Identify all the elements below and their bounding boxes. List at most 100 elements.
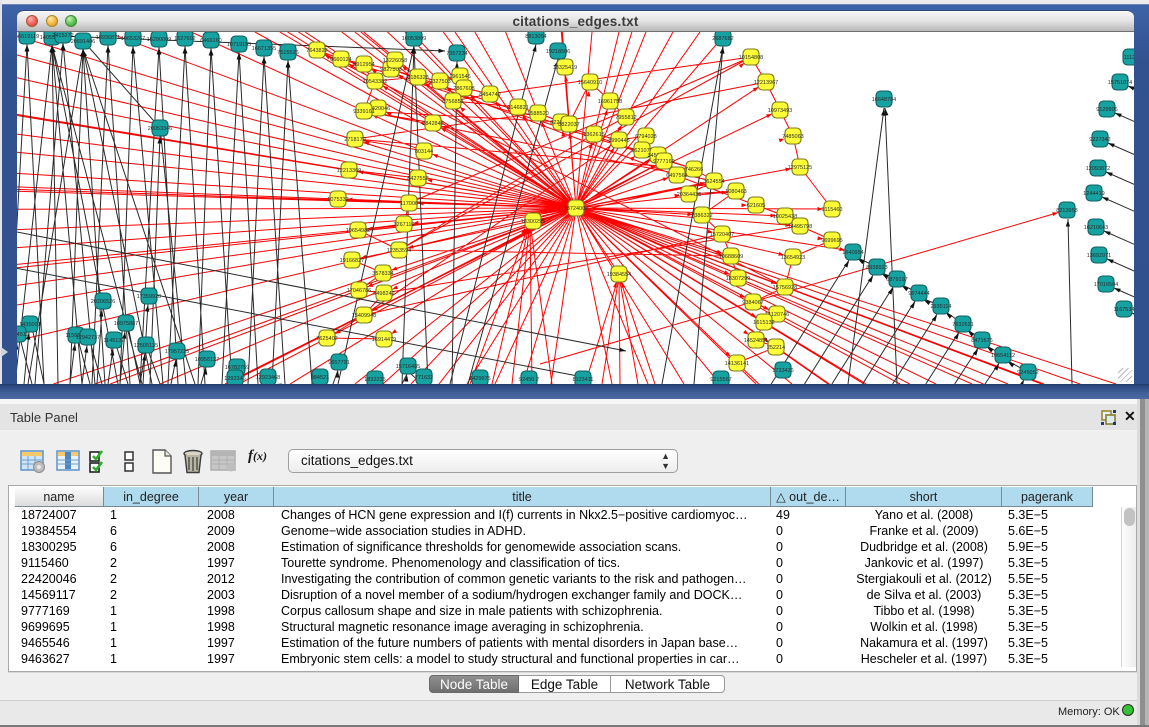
svg-text:12093872: 12093872 — [1086, 166, 1110, 172]
svg-text:12213967: 12213967 — [754, 80, 778, 86]
svg-text:20053346: 20053346 — [148, 126, 172, 132]
svg-text:20206526: 20206526 — [91, 299, 115, 305]
svg-text:20691406: 20691406 — [71, 39, 95, 45]
svg-text:9227342: 9227342 — [1089, 137, 1110, 143]
svg-text:6794028: 6794028 — [635, 134, 656, 140]
svg-text:7357234: 7357234 — [446, 51, 467, 57]
svg-text:18724007: 18724007 — [564, 206, 588, 212]
svg-text:13654923: 13654923 — [781, 255, 805, 261]
svg-text:621605: 621605 — [747, 203, 765, 209]
svg-text:2867608: 2867608 — [453, 86, 474, 92]
svg-text:10543382: 10543382 — [363, 79, 387, 85]
svg-text:14495798: 14495798 — [788, 224, 812, 230]
svg-text:746266: 746266 — [685, 167, 703, 173]
svg-text:15290009: 15290009 — [147, 37, 171, 43]
svg-text:1588520: 1588520 — [527, 111, 548, 117]
svg-text:16671355: 16671355 — [252, 46, 276, 52]
svg-text:92450 2: 92450 2 — [519, 377, 539, 383]
svg-text:10154808: 10154808 — [739, 55, 763, 61]
svg-text:984521: 984521 — [311, 375, 329, 381]
svg-text:17359928: 17359928 — [137, 294, 161, 300]
svg-text:7632621: 7632621 — [952, 322, 973, 328]
svg-text:7625402: 7625402 — [316, 336, 337, 342]
svg-text:19384554: 19384554 — [607, 272, 631, 278]
svg-text:10654112: 10654112 — [991, 353, 1015, 359]
svg-text:8660124: 8660124 — [330, 57, 351, 63]
svg-text:8990448: 8990448 — [608, 138, 629, 144]
svg-text:9115460: 9115460 — [821, 207, 842, 213]
svg-text:9339161: 9339161 — [353, 109, 374, 115]
svg-text:14136141: 14136141 — [725, 361, 749, 367]
svg-text:11123: 11123 — [1124, 55, 1134, 61]
svg-text:117006: 117006 — [400, 201, 418, 207]
svg-text:8123411: 8123411 — [572, 377, 593, 383]
svg-text:7515526: 7515526 — [277, 50, 298, 56]
svg-text:8427552: 8427552 — [407, 176, 428, 182]
svg-text:2842848: 2842848 — [422, 121, 443, 127]
svg-text:8213958: 8213958 — [1056, 208, 1077, 214]
svg-text:6466160: 6466160 — [200, 38, 221, 44]
svg-text:8471676: 8471676 — [971, 338, 992, 344]
svg-text:10688609: 10688609 — [719, 254, 743, 260]
svg-text:12942737: 12942737 — [76, 335, 100, 341]
svg-text:5498242: 5498242 — [373, 291, 394, 297]
svg-text:15716485: 15716485 — [396, 364, 420, 370]
svg-text:18300295: 18300295 — [521, 219, 545, 225]
svg-text:6756851: 6756851 — [442, 99, 463, 105]
svg-text:9674444: 9674444 — [908, 291, 929, 297]
svg-text:3624554: 3624554 — [703, 179, 724, 185]
svg-text:13325419: 13325419 — [553, 65, 577, 71]
svg-text:1832235: 1832235 — [364, 377, 385, 383]
svg-text:15756928: 15756928 — [773, 285, 797, 291]
svg-text:16619119: 16619119 — [17, 34, 39, 40]
svg-text:19166827: 19166827 — [340, 258, 364, 264]
svg-text:7955812: 7955812 — [615, 115, 636, 121]
svg-text:16053809: 16053809 — [402, 36, 426, 42]
svg-text:1080463: 1080463 — [725, 189, 746, 195]
svg-text:15720407: 15720407 — [710, 232, 734, 238]
svg-text:1615132: 1615132 — [753, 320, 774, 326]
svg-text:3267110: 3267110 — [393, 222, 414, 228]
svg-text:9384067: 9384067 — [742, 300, 763, 306]
svg-text:7386322: 7386322 — [691, 213, 712, 219]
svg-text:2935114: 2935114 — [930, 304, 951, 310]
svg-text:20364436: 20364436 — [677, 192, 701, 198]
svg-text:8186328: 8186328 — [407, 75, 428, 81]
svg-text:3578334: 3578334 — [372, 271, 393, 277]
svg-text:12213369: 12213369 — [337, 168, 361, 174]
svg-text:14524851: 14524851 — [744, 338, 768, 344]
svg-text:9129906: 9129906 — [1096, 107, 1117, 113]
svg-text:1167534: 1167534 — [1113, 307, 1134, 313]
svg-text:1075332: 1075332 — [327, 197, 348, 203]
svg-text:13226058: 13226058 — [383, 58, 407, 64]
svg-text:9327503: 9327503 — [429, 79, 450, 85]
svg-text:15640910: 15640910 — [578, 80, 602, 86]
svg-text:16210643: 16210643 — [1084, 225, 1108, 231]
svg-text:8813054: 8813054 — [525, 34, 546, 40]
svg-text:9699695: 9699695 — [821, 238, 842, 244]
svg-text:1733426: 1733426 — [772, 368, 793, 374]
svg-text:7643822: 7643822 — [306, 48, 327, 54]
svg-text:1429975: 1429975 — [469, 376, 490, 382]
svg-text:12923468: 12923468 — [256, 375, 280, 381]
svg-text:6879197: 6879197 — [886, 277, 907, 283]
svg-text:17016504: 17016504 — [1094, 282, 1118, 288]
svg-text:8938923: 8938923 — [866, 265, 887, 271]
svg-text:10719155: 10719155 — [227, 42, 251, 48]
svg-text:17046786: 17046786 — [347, 288, 371, 294]
svg-text:1292346: 1292346 — [224, 376, 245, 382]
svg-text:9777169: 9777169 — [653, 159, 674, 165]
svg-text:1640954: 1640954 — [842, 250, 863, 256]
svg-text:8454749: 8454749 — [479, 92, 500, 98]
svg-text:2687682: 2687682 — [712, 36, 733, 42]
svg-text:1244419: 1244419 — [1083, 191, 1104, 197]
svg-text:19654982: 19654982 — [346, 228, 370, 234]
svg-text:10975887: 10975887 — [114, 321, 138, 327]
svg-text:12353594: 12353594 — [387, 248, 411, 254]
svg-text:12975125: 12975125 — [788, 165, 812, 171]
svg-text:8822037: 8822037 — [558, 122, 579, 128]
svg-text:1145139: 1145139 — [103, 338, 124, 344]
svg-text:252214: 252214 — [767, 345, 785, 351]
svg-text:16648784: 16648784 — [872, 97, 896, 103]
svg-text:1961546: 1961546 — [449, 74, 470, 80]
